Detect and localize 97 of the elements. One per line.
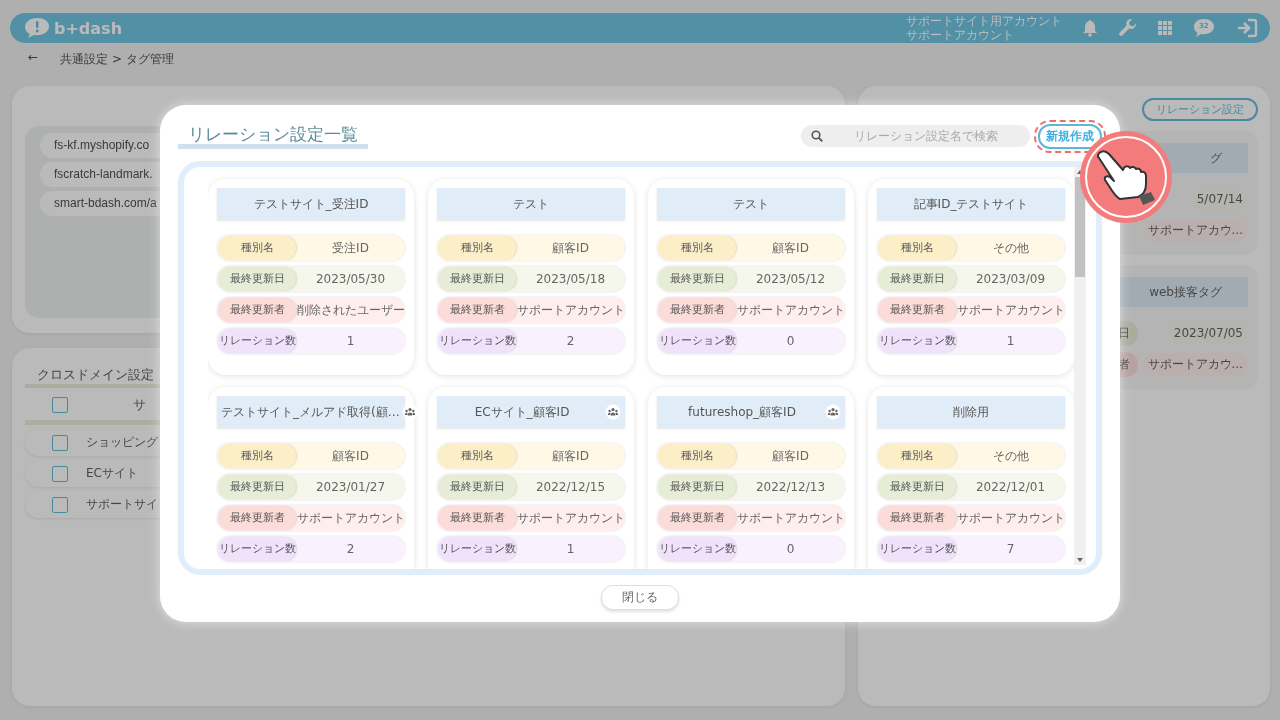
- field-label: 種別名: [438, 236, 516, 260]
- site-name: ショッピング: [86, 434, 158, 451]
- field-label: リレーション数: [658, 537, 736, 561]
- field-label: 種別名: [878, 444, 956, 468]
- relation-name: futureshop_顧客ID: [687, 403, 797, 421]
- wrench-icon[interactable]: [1118, 18, 1138, 38]
- field-value: 1: [345, 334, 356, 348]
- relation-name: テスト: [512, 195, 550, 213]
- field-value: 2023/01/27: [314, 480, 387, 494]
- field-label: 種別名: [878, 236, 956, 260]
- field-label: リレーション数: [218, 329, 296, 353]
- relation-name: テストサイト_受注ID: [252, 195, 370, 213]
- field-value: 0: [785, 334, 796, 348]
- field-label: リレーション数: [438, 329, 516, 353]
- account-name: サポートアカウント: [906, 28, 1015, 42]
- bell-icon[interactable]: [1082, 19, 1098, 37]
- field-value: 2022/12/01: [974, 480, 1047, 494]
- field-label: 最終更新者: [658, 506, 736, 530]
- relation-settings-button[interactable]: リレーション設定: [1142, 98, 1258, 121]
- field-value: 2023/05/18: [534, 272, 607, 286]
- checkbox[interactable]: [52, 465, 68, 482]
- close-button[interactable]: 閉じる: [601, 585, 679, 610]
- field-label: 最終更新日: [438, 475, 516, 499]
- field-value: サポートアカウ...: [1143, 353, 1247, 376]
- field-label: 最終更新者: [658, 298, 736, 322]
- field-value: 顧客ID: [551, 447, 590, 465]
- field-label: 最終更新者: [438, 298, 516, 322]
- field-label: リレーション数: [218, 537, 296, 561]
- column-header: サ: [133, 396, 146, 414]
- checkbox[interactable]: [52, 397, 68, 413]
- dialog-title: リレーション設定一覧: [178, 123, 368, 149]
- field-label: 種別名: [658, 444, 736, 468]
- relation-name: 記事ID_テストサイト: [912, 195, 1030, 213]
- field-value: 0: [785, 542, 796, 556]
- field-value: 2023/07/05: [1169, 322, 1247, 345]
- breadcrumb: 共通設定 > タグ管理: [60, 51, 174, 68]
- relation-name: ECサイト_顧客ID: [473, 403, 571, 421]
- logout-icon[interactable]: [1236, 18, 1258, 38]
- field-value: 5/07/14: [1192, 188, 1247, 211]
- field-value: 2: [345, 542, 356, 556]
- field-value: サポートアカウント: [296, 509, 405, 527]
- field-value: 2023/05/30: [314, 272, 387, 286]
- field-label: 種別名: [658, 236, 736, 260]
- field-value: サポートアカウント: [736, 301, 845, 319]
- field-label: 種別名: [218, 444, 296, 468]
- field-label: 最終更新日: [658, 475, 736, 499]
- field-label: 最終更新日: [438, 267, 516, 291]
- field-value: 2022/12/15: [534, 480, 607, 494]
- site-name: ECサイト: [86, 465, 138, 482]
- field-value: 2022/12/13: [754, 480, 827, 494]
- scrollbar[interactable]: [1074, 167, 1086, 565]
- field-value: 2023/05/12: [754, 272, 827, 286]
- field-value: 顧客ID: [551, 239, 590, 257]
- relation-name: 削除用: [952, 403, 990, 421]
- field-label: リレーション数: [878, 537, 956, 561]
- field-label: リレーション数: [878, 329, 956, 353]
- back-arrow[interactable]: ←: [28, 51, 39, 68]
- relation-name: テスト: [732, 195, 770, 213]
- field-label: 最終更新日: [878, 475, 956, 499]
- field-value: その他: [991, 447, 1030, 465]
- field-value: 7: [1005, 542, 1016, 556]
- field-label: リレーション数: [658, 329, 736, 353]
- field-label: 種別名: [438, 444, 516, 468]
- field-label: 最終更新者: [438, 506, 516, 530]
- field-value: 顧客ID: [331, 447, 370, 465]
- field-value: 受注ID: [331, 239, 370, 257]
- field-value: サポートアカウント: [516, 301, 625, 319]
- field-value: 1: [1005, 334, 1016, 348]
- field-value: サポートアカウント: [516, 509, 625, 527]
- field-label: 最終更新者: [218, 298, 296, 322]
- search-field[interactable]: リレーション設定名で検索: [801, 125, 1030, 147]
- checkbox[interactable]: [52, 434, 68, 451]
- field-label: 種別名: [218, 236, 296, 260]
- field-label: 最終更新日: [878, 267, 956, 291]
- field-value: サポートアカウ...: [1143, 219, 1247, 242]
- field-label: リレーション数: [438, 537, 516, 561]
- relation-name: テストサイト_メルアド取得(顧…: [221, 403, 400, 421]
- logo-text: b+dash: [54, 18, 123, 38]
- field-label: 最終更新日: [658, 267, 736, 291]
- app-grid-icon[interactable]: [1158, 21, 1172, 35]
- account-name: サポートサイト用アカウント: [906, 14, 1062, 28]
- field-label: 最終更新日: [218, 267, 296, 291]
- field-value: 2: [565, 334, 576, 348]
- field-value: サポートアカウント: [736, 509, 845, 527]
- field-value: 顧客ID: [771, 239, 810, 257]
- field-value: その他: [991, 239, 1030, 257]
- field-value: 削除されたユーザー: [296, 301, 405, 319]
- field-value: 顧客ID: [771, 447, 810, 465]
- field-value: 1: [565, 542, 576, 556]
- checkbox[interactable]: [52, 496, 68, 513]
- site-name: サポートサイ: [86, 496, 158, 513]
- field-value: サポートアカウント: [956, 509, 1065, 527]
- field-label: 最終更新者: [878, 506, 956, 530]
- speech-bubble-logo-icon: [24, 17, 50, 39]
- field-label: 最終更新者: [878, 298, 956, 322]
- field-label: 最終更新者: [218, 506, 296, 530]
- field-label: 最終更新日: [218, 475, 296, 499]
